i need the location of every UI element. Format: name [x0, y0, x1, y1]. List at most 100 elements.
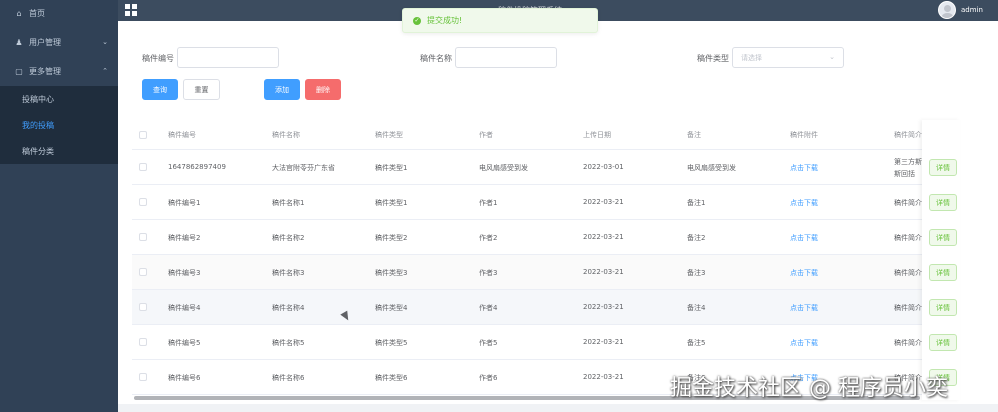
detail-button[interactable]: 详情	[929, 299, 957, 316]
download-link[interactable]: 点击下载	[790, 198, 818, 208]
table-row[interactable]: 稿件编号5 稿件名称5 稿件类型5 作者5 2022-03-21 备注5 点击下载 稿件简介	[132, 325, 922, 360]
table-cell: 作者3	[479, 269, 498, 277]
download-link[interactable]: 点击下载	[790, 163, 818, 173]
download-link[interactable]: 点击下载	[790, 338, 818, 348]
sidebar-sub-submission-center[interactable]: 投稿中心	[0, 86, 118, 112]
name-input[interactable]	[455, 47, 557, 68]
delete-button[interactable]: 删除	[305, 79, 341, 100]
table-cell: 作者1	[479, 199, 498, 207]
table-cell: 稿件编号3	[168, 269, 201, 277]
table-cell: 稿件类型6	[375, 374, 408, 382]
table-cell: 2022-03-21	[583, 198, 624, 206]
table-cell: 电风扇感受到发	[479, 164, 528, 172]
sidebar-item-users[interactable]: ♟ 用户管理 ⌄	[0, 29, 118, 55]
column-header: 稿件类型	[375, 131, 403, 139]
table-cell: 作者2	[479, 234, 498, 242]
home-icon: ⌂	[16, 8, 22, 18]
table-cell: 稿件名称6	[272, 374, 305, 382]
table-cell: 电风扇感受到发	[687, 164, 736, 172]
row-checkbox[interactable]	[139, 198, 147, 206]
sidebar-sub-label: 投稿中心	[22, 94, 54, 104]
add-button[interactable]: 添加	[264, 79, 300, 100]
table-cell: 稿件简介	[894, 339, 922, 347]
app-root: ⌂ 首页 ♟ 用户管理 ⌄ ▢ 更多管理 ⌃ 投稿中心 我的投稿 稿件分类 稿件…	[0, 0, 998, 412]
toast-message: 提交成功!	[427, 16, 463, 25]
table-cell: 稿件类型2	[375, 234, 408, 242]
detail-button[interactable]: 详情	[929, 159, 957, 176]
column-header: 备注	[687, 131, 701, 139]
table-cell: 2022-03-01	[583, 163, 624, 171]
table-row[interactable]: 稿件编号3 稿件名称3 稿件类型3 作者3 2022-03-21 备注3 点击下载 稿件简介	[132, 255, 922, 290]
table-cell: 稿件编号1	[168, 199, 201, 207]
table-cell: 稿件名称5	[272, 339, 305, 347]
sidebar-sub-label: 我的投稿	[22, 120, 54, 130]
sidebar: ⌂ 首页 ♟ 用户管理 ⌄ ▢ 更多管理 ⌃ 投稿中心 我的投稿 稿件分类	[0, 0, 118, 412]
table-cell: 2022-03-21	[583, 268, 624, 276]
column-header: 上传日期	[583, 131, 611, 139]
query-button[interactable]: 查询	[142, 79, 178, 100]
username-label[interactable]: admin	[961, 6, 983, 14]
select-all-checkbox[interactable]	[139, 131, 147, 139]
filter-label-name: 稿件名称	[420, 54, 452, 63]
table-cell: 稿件编号5	[168, 339, 201, 347]
table-cell: 稿件类型4	[375, 304, 408, 312]
download-link[interactable]: 点击下载	[790, 303, 818, 313]
sidebar-sub-my-submissions[interactable]: 我的投稿	[0, 112, 118, 138]
reset-button[interactable]: 重置	[183, 79, 220, 100]
detail-button[interactable]: 详情	[929, 264, 957, 281]
table-row[interactable]: 1647862897409 大法官附苓芬广东省 稿件类型1 电风扇感受到发 2022-0…	[132, 150, 922, 185]
chevron-up-icon: ⌃	[102, 67, 108, 75]
table-cell: 稿件类型3	[375, 269, 408, 277]
table-cell: 稿件类型1	[375, 199, 408, 207]
table-cell: 备注4	[687, 304, 706, 312]
detail-button[interactable]: 详情	[929, 334, 957, 351]
row-checkbox[interactable]	[139, 303, 147, 311]
table-cell: 稿件名称3	[272, 269, 305, 277]
row-checkbox[interactable]	[139, 373, 147, 381]
menu-toggle-icon[interactable]	[125, 4, 137, 16]
sidebar-sub-categories[interactable]: 稿件分类	[0, 138, 118, 164]
avatar[interactable]	[938, 1, 956, 19]
sidebar-item-label: 更多管理	[29, 66, 61, 76]
table-cell: 备注3	[687, 269, 706, 277]
row-checkbox[interactable]	[139, 338, 147, 346]
table-cell: 稿件编号4	[168, 304, 201, 312]
row-checkbox[interactable]	[139, 233, 147, 241]
code-input[interactable]	[177, 47, 279, 68]
table-cell: 稿件名称4	[272, 304, 305, 312]
chevron-down-icon: ⌄	[102, 38, 108, 46]
download-link[interactable]: 点击下载	[790, 233, 818, 243]
table-row[interactable]: 稿件编号4 稿件名称4 稿件类型4 作者4 2022-03-21 备注4 点击下载 稿件简介	[132, 290, 922, 325]
table-cell: 大法官附苓芬广东省	[272, 164, 335, 172]
table-cell: 稿件名称1	[272, 199, 305, 207]
sidebar-item-home[interactable]: ⌂ 首页	[0, 0, 118, 26]
sidebar-item-label: 首页	[29, 8, 45, 18]
table-cell: 2022-03-21	[583, 303, 624, 311]
table-cell: 备注5	[687, 339, 706, 347]
column-header: 作者	[479, 131, 493, 139]
filter-label-code: 稿件编号	[142, 54, 174, 63]
detail-button[interactable]: 详情	[929, 194, 957, 211]
type-select[interactable]: 请选择 ⌄	[732, 47, 844, 68]
sidebar-item-more[interactable]: ▢ 更多管理 ⌃	[0, 58, 118, 84]
table-cell: 第三方斯	[894, 158, 922, 166]
table-row[interactable]: 稿件编号2 稿件名称2 稿件类型2 作者2 2022-03-21 备注2 点击下载 稿件简介	[132, 220, 922, 255]
table-cell: 稿件编号6	[168, 374, 201, 382]
table-cell: 稿件类型1	[375, 164, 408, 172]
table-row[interactable]: 稿件编号1 稿件名称1 稿件类型1 作者1 2022-03-21 备注1 点击下载 稿件简介	[132, 185, 922, 220]
table-cell: 稿件简介	[894, 199, 922, 207]
type-select-placeholder: 请选择	[741, 53, 762, 62]
download-link[interactable]: 点击下载	[790, 268, 818, 278]
column-header: 稿件附件	[790, 131, 818, 139]
column-header: 稿件名称	[272, 131, 300, 139]
footer-bar	[118, 404, 998, 412]
row-checkbox[interactable]	[139, 163, 147, 171]
table-cell: 2022-03-21	[583, 373, 624, 381]
table-cell: 2022-03-21	[583, 338, 624, 346]
table-cell: 稿件简介	[894, 269, 922, 277]
column-header: 稿件编号	[168, 131, 196, 139]
row-checkbox[interactable]	[139, 268, 147, 276]
detail-button[interactable]: 详情	[929, 229, 957, 246]
more-icon: ▢	[15, 66, 23, 76]
filter-label-type: 稿件类型	[697, 54, 729, 63]
